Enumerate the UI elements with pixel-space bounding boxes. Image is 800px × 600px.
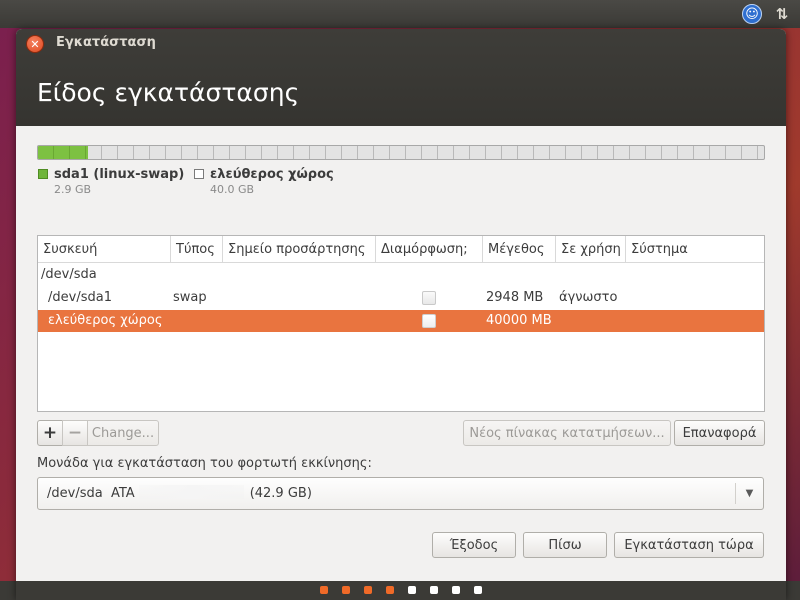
window-title: Εγκατάσταση [56,35,156,50]
cell-device: ελεύθερος χώρος [48,313,163,328]
chevron-down-icon[interactable]: ▼ [735,483,763,504]
revert-button[interactable]: Επαναφορά [674,420,765,446]
legend-swatch-free [194,169,204,179]
format-checkbox[interactable] [422,314,436,328]
step-dot-pending [452,586,460,594]
table-row-selected[interactable]: ελεύθερος χώρος 40000 MB [38,310,764,332]
content: sda1 (linux-swap) 2.9 GB ελεύθερος χώρος… [16,126,786,581]
step-dot-pending [474,586,482,594]
column-header-format[interactable]: Διαμόρφωση; [376,236,483,263]
quit-button[interactable]: Έξοδος [432,532,516,558]
new-partition-table-button[interactable]: Νέος πίνακας κατατμήσεων... [463,420,671,446]
installer-window: ✕ Εγκατάσταση Είδος εγκατάστασης sda1 (l… [16,29,786,600]
format-checkbox[interactable] [422,291,436,305]
legend-swatch-swap [38,169,48,179]
bootloader-device: /dev/sda [47,486,103,501]
table-row[interactable]: /dev/sda1 swap 2948 MB άγνωστο [38,287,764,309]
step-progress [0,586,800,594]
partition-bar-swap-segment [38,146,88,159]
legend-size: 40.0 GB [210,183,255,196]
step-dot-completed [320,586,328,594]
step-dot-completed [342,586,350,594]
partition-table: Συσκευή Τύπος Σημείο προσάρτησης Διαμόρφ… [37,235,765,412]
cell-size: 2948 MB [486,290,544,305]
step-dot-pending [408,586,416,594]
add-partition-button[interactable]: + [37,420,63,446]
change-partition-button[interactable]: Change... [87,420,159,446]
legend-name: sda1 (linux-swap) [54,167,185,182]
title-bar: ✕ Εγκατάσταση Είδος εγκατάστασης [16,29,786,126]
bootloader-device-select[interactable]: /dev/sda ATA (42.9 GB) ▼ [37,477,764,510]
bootloader-label: Μονάδα για εγκατάσταση του φορτωτή εκκίν… [37,456,372,471]
legend-name: ελεύθερος χώρος [210,167,334,182]
legend-item-free: ελεύθερος χώρος 40.0 GB [194,167,334,196]
column-header-device[interactable]: Συσκευή [38,236,171,263]
column-header-size[interactable]: Μέγεθος [483,236,556,263]
column-header-used[interactable]: Σε χρήση [556,236,626,263]
cell-size: 40000 MB [486,313,552,328]
bootloader-size: (42.9 GB) [249,486,312,501]
network-icon[interactable]: ⇅ [771,3,793,25]
top-panel: ☺ ⇅ [0,0,800,28]
step-dot-completed [364,586,372,594]
close-icon[interactable]: ✕ [26,35,44,53]
column-header-mount[interactable]: Σημείο προσάρτησης [223,236,376,263]
bootloader-vendor: ATA [110,486,135,501]
back-button[interactable]: Πίσω [523,532,607,558]
table-row[interactable]: /dev/sda [38,264,764,286]
legend-size: 2.9 GB [54,183,92,196]
partition-bar [37,145,765,160]
column-header-system[interactable]: Σύστημα [626,236,764,263]
cell-device: /dev/sda1 [48,290,112,305]
legend-item-swap: sda1 (linux-swap) 2.9 GB [38,167,184,196]
install-now-button[interactable]: Εγκατάσταση τώρα [614,532,764,558]
cell-device: /dev/sda [41,267,97,282]
step-dot-pending [430,586,438,594]
cell-used: άγνωστο [559,290,618,305]
accessibility-icon[interactable]: ☺ [741,3,763,25]
column-header-type[interactable]: Τύπος [171,236,223,263]
remove-partition-button[interactable]: − [62,420,88,446]
table-header: Συσκευή Τύπος Σημείο προσάρτησης Διαμόρφ… [38,236,764,263]
step-dot-completed [386,586,394,594]
redacted-model [138,485,244,499]
cell-type: swap [173,290,207,305]
page-title: Είδος εγκατάστασης [37,78,300,107]
